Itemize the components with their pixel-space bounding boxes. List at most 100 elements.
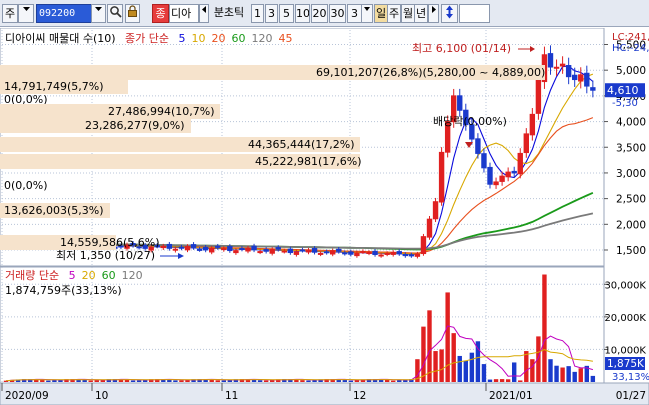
unit-label[interactable]: 분초틱 [209, 4, 249, 23]
volume-bar [52, 380, 57, 382]
volume-bar [463, 360, 468, 382]
period-button-10[interactable]: 10 [295, 4, 310, 23]
candle-body [190, 244, 197, 248]
candle-fill [282, 251, 287, 253]
volume-tick-label: 10,000K [604, 345, 646, 356]
volume-bar [257, 380, 263, 382]
ma-legend-item: 120 [251, 32, 273, 45]
next-button[interactable] [428, 4, 439, 23]
stock-name-field: 디아 [169, 4, 199, 23]
current-volume-pct: 33,13% [612, 372, 649, 383]
code-dropdown-button[interactable] [91, 4, 106, 23]
volume-profile-label: 45,222,981(17,6%) [255, 155, 362, 168]
volume-profile-label: 14,791,749(5,7%) [4, 80, 104, 93]
time-tick-label: 11 [225, 390, 238, 402]
search-button[interactable] [107, 4, 123, 23]
volume-bar [391, 380, 396, 382]
volume-bar [487, 379, 493, 382]
volume-ma-legend-item: 60 [101, 269, 116, 282]
volume-bar [560, 367, 565, 382]
volume-bar [572, 371, 577, 382]
market-select[interactable]: 주 [2, 4, 18, 23]
volume-ma-legend-item: 20 [81, 269, 96, 282]
candle-body [336, 248, 342, 252]
candle-body [402, 253, 409, 257]
hc-label: HC:-24,4 [612, 43, 649, 54]
toolbar: 주 092200 종 디아 분초틱 3 1 3 5 10 20 30 일 주 월 년 [0, 0, 649, 27]
volume-bar [536, 336, 541, 382]
volume-bar [179, 380, 184, 382]
price-tick-label: 2,000 [616, 219, 646, 231]
timeframe-button-0[interactable]: 일 [374, 4, 388, 23]
candle-fill [505, 172, 511, 177]
candle-fill [391, 252, 396, 255]
triangle-left-icon [202, 6, 206, 13]
volume-bar [88, 380, 93, 382]
market-dropdown-button[interactable] [18, 4, 34, 23]
candle-body [202, 246, 209, 251]
candle-fill [384, 253, 390, 255]
timeframe-button-2[interactable]: 월 [401, 4, 415, 23]
period-button-30[interactable]: 30 [329, 4, 346, 23]
chevron-down-icon [95, 7, 102, 11]
candle-body [396, 251, 402, 255]
candle-fill [161, 246, 166, 248]
volume-value-label: 1,874,759주(33,13%) [5, 284, 122, 297]
candle-fill [493, 181, 499, 185]
candle-body [475, 138, 481, 154]
stock-code-input[interactable]: 092200 [36, 4, 92, 23]
triangle-right-icon [431, 6, 436, 13]
time-tick-label: 10 [95, 390, 108, 402]
low-price-label: 최저 1,350 (10/27) [56, 249, 155, 262]
toggle-updown-button[interactable] [441, 4, 458, 23]
candle-fill [257, 251, 263, 253]
volume-ma-legend-item: 5 [68, 269, 76, 282]
volume-bar [475, 341, 481, 382]
candle-body [239, 248, 245, 251]
blank-input[interactable] [459, 4, 490, 23]
volume-bar [173, 380, 178, 382]
volume-bar [457, 355, 462, 382]
period-button-3[interactable]: 3 [265, 4, 278, 23]
candle-fill [366, 252, 372, 254]
price-tick-label: 3,500 [616, 142, 646, 154]
current-low-label: -5,30 [612, 98, 638, 109]
candle-body [572, 74, 578, 81]
volume-profile-label: 0(0,0%) [4, 179, 48, 192]
chart-title: 디아이씨 매물대 수(10) [5, 32, 116, 45]
candle-fill [524, 133, 529, 153]
candle-body [348, 251, 354, 255]
ma-legend-item: 45 [278, 32, 293, 45]
volume-bar [215, 380, 220, 382]
volume-bar [46, 380, 51, 382]
lock-button[interactable] [125, 4, 140, 23]
search-icon [109, 6, 122, 18]
volume-bar [263, 380, 269, 382]
candle-body [584, 72, 590, 87]
candle-fill [318, 253, 323, 255]
period-button-1[interactable]: 1 [251, 4, 264, 23]
count-dropdown-button[interactable] [361, 4, 373, 23]
chevron-down-icon [364, 7, 370, 11]
prev-unit-button[interactable] [199, 4, 209, 23]
candle-fill [536, 80, 541, 114]
candle-body [275, 247, 281, 250]
ma-title: 종가 단순 [125, 32, 170, 45]
time-tick-label: 2021/01 [489, 390, 533, 402]
candle-fill [560, 64, 565, 66]
candle-body [590, 87, 596, 91]
timeframe-button-3[interactable]: 년 [414, 4, 428, 23]
period-button-5[interactable]: 5 [279, 4, 294, 23]
period-button-20[interactable]: 20 [311, 4, 328, 23]
jong-button[interactable]: 종 [152, 4, 169, 23]
volume-profile-label: 23,286,277(9,0%) [85, 119, 185, 132]
candle-fill [499, 176, 505, 182]
volume-bar [469, 352, 475, 382]
volume-bar [518, 380, 523, 382]
candle-body [372, 250, 378, 256]
volume-bar [493, 379, 499, 382]
volume-bar [439, 349, 444, 382]
candle-body [178, 246, 185, 249]
ma-legend-item: 20 [211, 32, 226, 45]
timeframe-button-1[interactable]: 주 [387, 4, 401, 23]
